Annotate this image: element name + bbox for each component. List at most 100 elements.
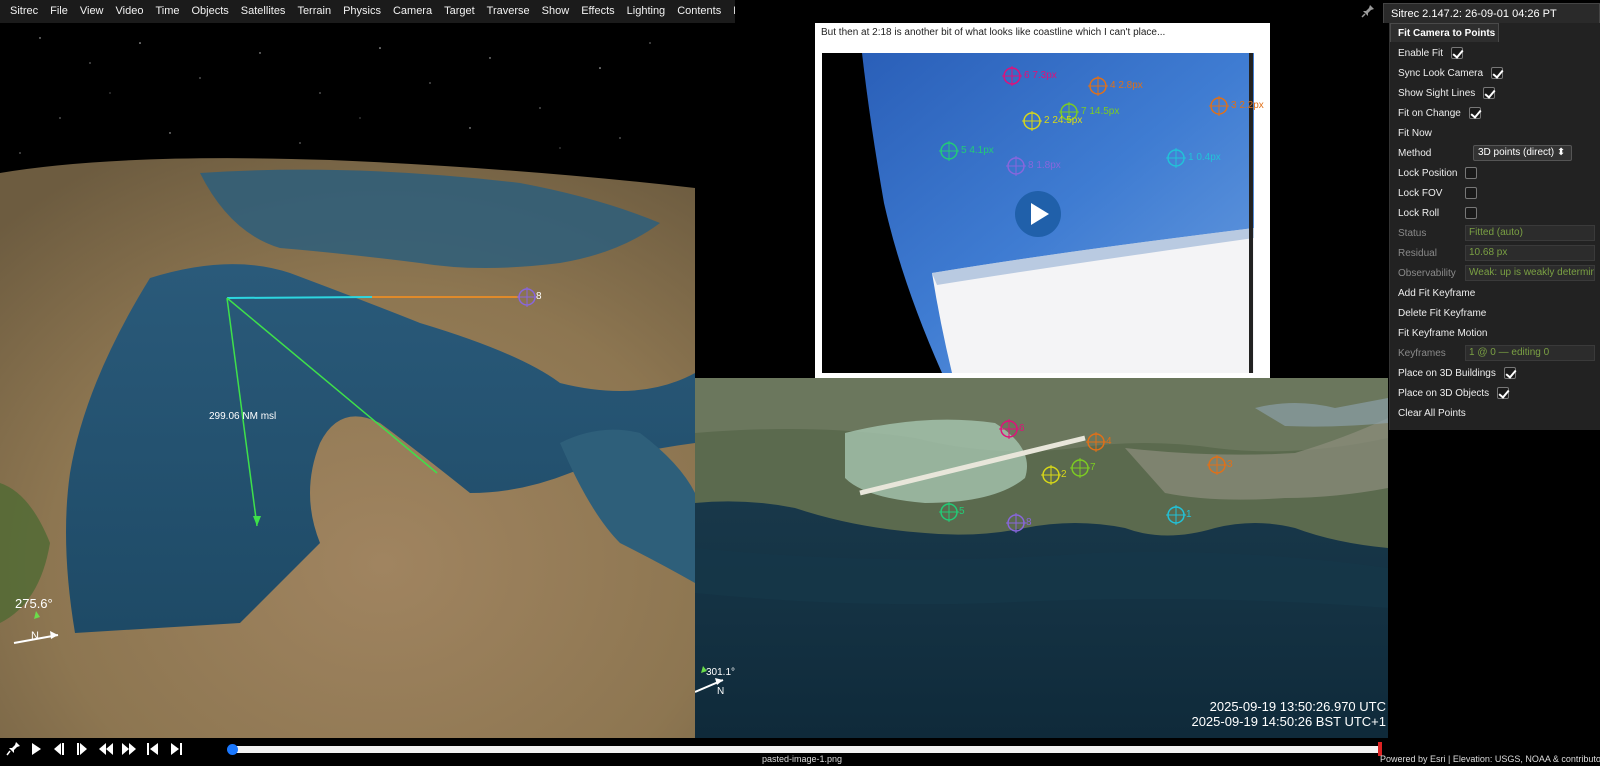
menu-effects[interactable]: Effects [575, 0, 620, 23]
timeline-bar: pasted-image-1.png Powered by Esri | Ele… [0, 738, 1600, 766]
globe-north-label: N [31, 630, 39, 642]
sync-look-checkbox[interactable] [1491, 67, 1504, 79]
map-point-2[interactable] [1041, 465, 1061, 485]
menu-physics[interactable]: Physics [337, 0, 387, 23]
video-point-2[interactable] [1022, 111, 1042, 131]
map-north-label: N [717, 686, 725, 697]
lock-position-checkbox[interactable] [1465, 167, 1477, 179]
video-point-6-label: 6 7.3px [1024, 70, 1057, 81]
version-tab[interactable]: Sitrec 2.147.2: 26-09-01 04:26 PT [1383, 3, 1600, 23]
pin-timeline-icon[interactable] [4, 740, 24, 758]
map-point-6[interactable] [999, 419, 1019, 439]
video-point-1[interactable] [1166, 148, 1186, 168]
skip-to-start-icon[interactable] [143, 740, 163, 758]
map-point-4-label: 4 [1106, 436, 1112, 447]
globe-marker-label: 8 [536, 291, 542, 302]
rewind-icon[interactable] [96, 740, 116, 758]
video-point-1-label: 1 0.4px [1188, 152, 1221, 163]
menu-satellites[interactable]: Satellites [235, 0, 292, 23]
timeline-start-handle[interactable] [227, 744, 238, 755]
menu-video[interactable]: Video [110, 0, 150, 23]
map-point-5[interactable] [939, 502, 959, 522]
observability-field: Weak: up is weakly determined [1465, 265, 1595, 281]
fit-camera-panel: Fit Camera to Points Enable Fit Sync Loo… [1389, 23, 1600, 430]
menu-bar: Sitrec File View Video Time Objects Sate… [0, 0, 756, 23]
sitrec-app: Sitrec File View Video Time Objects Sate… [0, 0, 1600, 766]
utc-timestamp: 2025-09-19 13:50:26.970 UTC [1209, 699, 1386, 714]
menu-sitrec[interactable]: Sitrec [4, 0, 44, 23]
play-icon[interactable] [1015, 191, 1061, 237]
row-sync-look: Sync Look Camera [1398, 63, 1598, 83]
menu-view[interactable]: View [74, 0, 110, 23]
menu-traverse[interactable]: Traverse [481, 0, 536, 23]
row-fit-on-change: Fit on Change [1398, 103, 1598, 123]
map-point-7[interactable] [1070, 458, 1090, 478]
map-point-8-label: 8 [1026, 517, 1032, 528]
globe-heading: 275.6° [15, 596, 53, 611]
panel-tab-fit-camera[interactable]: Fit Camera to Points [1390, 23, 1499, 42]
menu-target[interactable]: Target [438, 0, 481, 23]
row-residual: Residual 10.68 px [1398, 243, 1598, 263]
fit-keyframe-motion-button[interactable]: Fit Keyframe Motion [1398, 323, 1598, 343]
video-point-6[interactable] [1002, 66, 1022, 86]
step-back-icon[interactable] [49, 740, 69, 758]
clear-all-points-button[interactable]: Clear All Points [1398, 403, 1598, 423]
fast-forward-icon[interactable] [119, 740, 139, 758]
status-field: Fitted (auto) [1465, 225, 1595, 241]
map-point-2-label: 2 [1061, 469, 1067, 480]
map-point-4[interactable] [1086, 432, 1106, 452]
place-buildings-checkbox[interactable] [1503, 367, 1516, 379]
enable-fit-checkbox[interactable] [1451, 47, 1464, 59]
globe-view[interactable]: 8 299.06 NM msl 275.6° N [0, 23, 695, 738]
row-lock-roll: Lock Roll [1398, 203, 1598, 223]
sight-line-cyan [226, 296, 373, 299]
pin-icon[interactable] [1361, 4, 1375, 18]
map-credit: Powered by Esri | Elevation: USGS, NOAA … [1380, 754, 1600, 764]
video-point-8[interactable] [1006, 156, 1026, 176]
menu-show[interactable]: Show [536, 0, 576, 23]
map-point-1[interactable] [1166, 505, 1186, 525]
lock-fov-checkbox[interactable] [1465, 187, 1477, 199]
step-forward-icon[interactable] [72, 740, 92, 758]
map-point-3-label: 3 [1227, 459, 1233, 470]
video-point-7-label: 7 14.5px [1081, 106, 1120, 117]
play-timeline-icon[interactable] [26, 740, 46, 758]
menu-objects[interactable]: Objects [186, 0, 235, 23]
video-point-3[interactable] [1209, 96, 1229, 116]
distance-label: 299.06 NM msl [209, 411, 277, 422]
map-point-1-label: 1 [1186, 509, 1192, 520]
menu-camera[interactable]: Camera [387, 0, 438, 23]
add-fit-keyframe-button[interactable]: Add Fit Keyframe [1398, 283, 1598, 303]
show-sight-lines-checkbox[interactable] [1483, 87, 1496, 99]
video-point-3-label: 3 2.2px [1231, 100, 1264, 111]
map-point-3[interactable] [1207, 455, 1227, 475]
row-lock-position: Lock Position [1398, 163, 1598, 183]
method-select[interactable]: 3D points (direct) ⬍ [1473, 145, 1572, 161]
video-point-5-label: 5 4.1px [961, 145, 994, 156]
row-keyframes: Keyframes 1 @ 0 — editing 0 [1398, 343, 1598, 363]
row-lock-fov: Lock FOV [1398, 183, 1598, 203]
video-point-4-label: 4 2.8px [1110, 80, 1143, 91]
map-point-7-label: 7 [1090, 462, 1096, 473]
video-point-4[interactable] [1088, 76, 1108, 96]
menu-contents[interactable]: Contents [671, 0, 727, 23]
map-heading: 301.1° [706, 667, 736, 678]
map-point-8[interactable] [1006, 513, 1026, 533]
map-view[interactable]: 6 4 3 7 2 5 8 1 301.1° N [695, 378, 1388, 738]
skip-to-end-icon[interactable] [166, 740, 186, 758]
timeline-scrubber[interactable] [232, 746, 1382, 753]
row-place-objects: Place on 3D Objects [1398, 383, 1598, 403]
row-show-sight-lines: Show Sight Lines [1398, 83, 1598, 103]
lock-roll-checkbox[interactable] [1465, 207, 1477, 219]
menu-terrain[interactable]: Terrain [291, 0, 337, 23]
fit-on-change-checkbox[interactable] [1468, 107, 1481, 119]
menu-file[interactable]: File [44, 0, 74, 23]
map-point-5-label: 5 [959, 506, 965, 517]
place-objects-checkbox[interactable] [1497, 387, 1510, 399]
row-method: Method 3D points (direct) ⬍ [1398, 143, 1598, 163]
menu-time[interactable]: Time [149, 0, 185, 23]
menu-lighting[interactable]: Lighting [621, 0, 672, 23]
video-point-5[interactable] [939, 141, 959, 161]
fit-now-button[interactable]: Fit Now [1398, 123, 1598, 143]
delete-fit-keyframe-button[interactable]: Delete Fit Keyframe [1398, 303, 1598, 323]
